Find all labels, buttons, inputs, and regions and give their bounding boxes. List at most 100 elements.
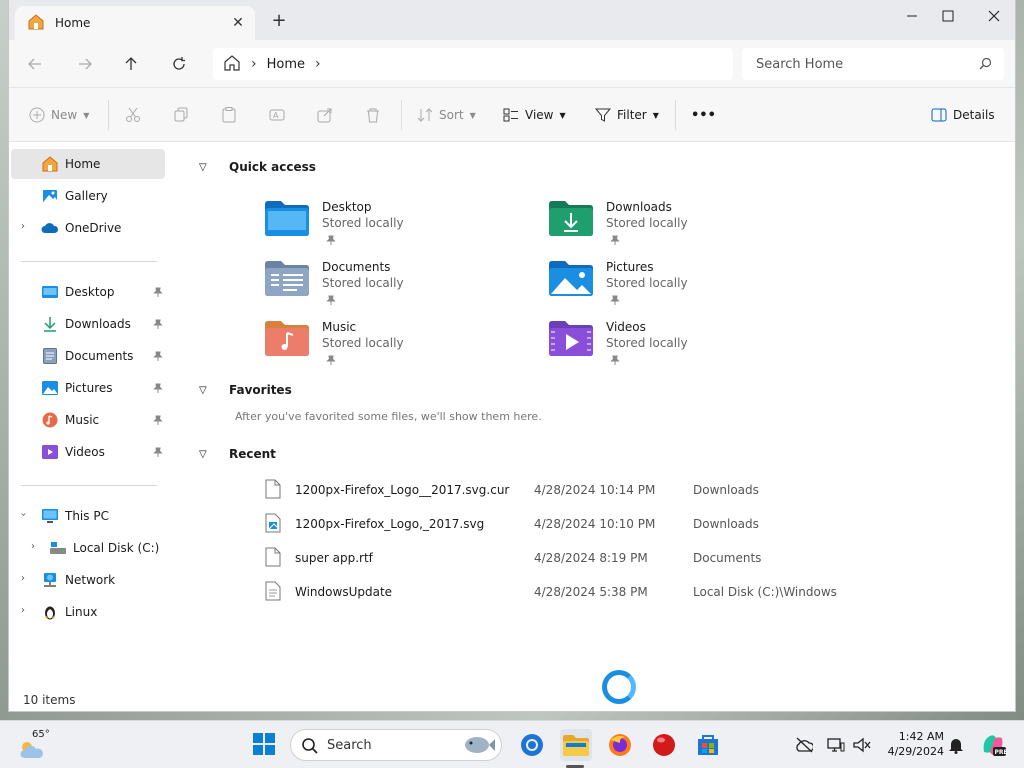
- view-button[interactable]: View ▼: [503, 103, 566, 127]
- sidebar-item-label: Linux: [65, 605, 98, 619]
- system-clock[interactable]: 1:42 AM 4/29/2024: [882, 729, 944, 759]
- quick-access-videos[interactable]: Videos Stored locally: [549, 316, 809, 368]
- clock-date: 4/29/2024: [887, 745, 944, 758]
- sidebar-item-linux[interactable]: › Linux: [11, 597, 165, 627]
- windows-logo-icon: [252, 732, 276, 759]
- chevron-down-icon: ▼: [652, 110, 659, 120]
- recent-file-row[interactable]: 1200px-Firefox_Logo,_2017.svg 4/28/2024 …: [263, 508, 963, 538]
- tab-home[interactable]: Home ✕: [15, 6, 255, 40]
- text-file-icon: [265, 581, 281, 604]
- sidebar-item-label: Local Disk (C:): [73, 541, 160, 555]
- sidebar-item-label: Music: [65, 413, 100, 427]
- sidebar-item-pictures[interactable]: Pictures: [11, 373, 165, 403]
- search-highlight-fish-icon: [461, 733, 495, 761]
- download-icon: [41, 315, 59, 333]
- blank-file-icon: [265, 547, 281, 570]
- paste-button[interactable]: [221, 103, 237, 127]
- quick-access-music[interactable]: Music Stored locally: [265, 316, 525, 368]
- network-offline-icon[interactable]: [794, 735, 814, 755]
- chevron-right-icon[interactable]: ›: [21, 573, 25, 584]
- volume-muted-icon[interactable]: [852, 735, 872, 755]
- close-window-button[interactable]: [971, 0, 1015, 32]
- section-favorites[interactable]: ▽ Favorites: [199, 383, 292, 397]
- status-item-count: 10 items: [23, 693, 76, 707]
- chevron-right-icon[interactable]: ›: [31, 541, 35, 552]
- rename-button[interactable]: A: [269, 103, 285, 127]
- quick-access-downloads[interactable]: Downloads Stored locally: [549, 196, 809, 248]
- firefox-taskbar-icon[interactable]: [604, 729, 636, 761]
- microsoft-store-icon[interactable]: [692, 729, 724, 761]
- close-tab-icon[interactable]: ✕: [229, 14, 247, 32]
- sidebar-item-network[interactable]: › Network: [11, 565, 165, 595]
- chevron-down-icon[interactable]: ›: [18, 513, 29, 517]
- cortana-app-icon[interactable]: [516, 729, 548, 761]
- sidebar-item-home[interactable]: Home: [11, 149, 165, 179]
- sidebar-item-label: Downloads: [65, 317, 131, 331]
- breadcrumb[interactable]: › Home ›: [213, 48, 733, 80]
- sidebar-item-this-pc[interactable]: › This PC: [11, 501, 165, 531]
- chevron-right-icon[interactable]: ›: [251, 56, 257, 72]
- taskbar: 65° Search 1:42 AM 4/29/2024 PRE: [0, 720, 1024, 768]
- red-ball-app-icon[interactable]: [648, 729, 680, 761]
- file-explorer-taskbar-icon[interactable]: [560, 729, 592, 761]
- new-button[interactable]: New ▼: [29, 103, 89, 127]
- notification-bell-icon[interactable]: [946, 735, 966, 755]
- home-icon[interactable]: [223, 54, 241, 75]
- back-button[interactable]: [23, 52, 47, 76]
- maximize-button[interactable]: [925, 0, 971, 32]
- details-button[interactable]: Details: [931, 103, 995, 127]
- sidebar-item-gallery[interactable]: Gallery: [11, 181, 165, 211]
- display-icon[interactable]: [826, 735, 846, 755]
- weather-widget[interactable]: 65°: [18, 727, 58, 763]
- paste-icon: [222, 107, 236, 123]
- forward-button[interactable]: [73, 52, 97, 76]
- file-location: Documents: [693, 551, 762, 565]
- recent-file-row[interactable]: WindowsUpdate 4/28/2024 5:38 PM Local Di…: [263, 576, 963, 606]
- refresh-button[interactable]: [167, 52, 191, 76]
- sidebar-item-videos[interactable]: Videos: [11, 437, 165, 467]
- chevron-right-icon[interactable]: ›: [315, 56, 321, 72]
- quick-access-desktop[interactable]: Desktop Stored locally: [265, 196, 525, 248]
- chevron-right-icon[interactable]: ›: [21, 221, 25, 232]
- delete-button[interactable]: [365, 103, 381, 127]
- up-button[interactable]: [119, 52, 143, 76]
- sidebar-item-local-disk[interactable]: › Local Disk (C:): [11, 533, 165, 563]
- pin-icon: [326, 354, 336, 368]
- share-icon: [317, 108, 332, 123]
- quick-access-documents[interactable]: Documents Stored locally: [265, 256, 525, 308]
- folder-status: Stored locally: [322, 216, 404, 230]
- sidebar-item-music[interactable]: Music: [11, 405, 165, 435]
- section-quick-access[interactable]: ▽ Quick access: [199, 160, 316, 174]
- copilot-icon[interactable]: PRE: [980, 732, 1006, 758]
- home-icon: [41, 155, 59, 173]
- recent-file-row[interactable]: super app.rtf 4/28/2024 8:19 PM Document…: [263, 542, 963, 572]
- chevron-down-icon[interactable]: ▽: [199, 449, 215, 460]
- recent-file-row[interactable]: 1200px-Firefox_Logo__2017.svg.cur 4/28/2…: [263, 474, 963, 504]
- svg-file-icon: [265, 513, 281, 536]
- taskbar-search[interactable]: Search: [290, 729, 502, 761]
- cut-button[interactable]: [125, 103, 141, 127]
- sidebar-item-desktop[interactable]: Desktop: [11, 277, 165, 307]
- search-input[interactable]: Search Home: [742, 48, 1004, 80]
- details-label: Details: [953, 108, 995, 122]
- sort-button[interactable]: Sort ▼: [417, 103, 476, 127]
- new-label: New: [51, 108, 78, 122]
- copy-button[interactable]: [173, 103, 189, 127]
- breadcrumb-home[interactable]: Home: [267, 57, 305, 72]
- sidebar-item-onedrive[interactable]: › OneDrive: [11, 213, 165, 243]
- share-button[interactable]: [317, 103, 333, 127]
- filter-button[interactable]: Filter ▼: [595, 103, 659, 127]
- chevron-down-icon[interactable]: ▽: [199, 162, 215, 173]
- sidebar-item-documents[interactable]: Documents: [11, 341, 165, 371]
- start-button[interactable]: [248, 729, 280, 761]
- chevron-down-icon[interactable]: ▽: [199, 385, 215, 396]
- section-recent[interactable]: ▽ Recent: [199, 447, 276, 461]
- chevron-right-icon[interactable]: ›: [21, 605, 25, 616]
- sidebar-item-label: Home: [65, 157, 101, 171]
- more-options-button[interactable]: •••: [691, 103, 716, 127]
- new-tab-button[interactable]: +: [269, 12, 289, 32]
- file-name: WindowsUpdate: [295, 585, 393, 599]
- quick-access-pictures[interactable]: Pictures Stored locally: [549, 256, 809, 308]
- folder-name: Downloads: [606, 200, 672, 214]
- sidebar-item-downloads[interactable]: Downloads: [11, 309, 165, 339]
